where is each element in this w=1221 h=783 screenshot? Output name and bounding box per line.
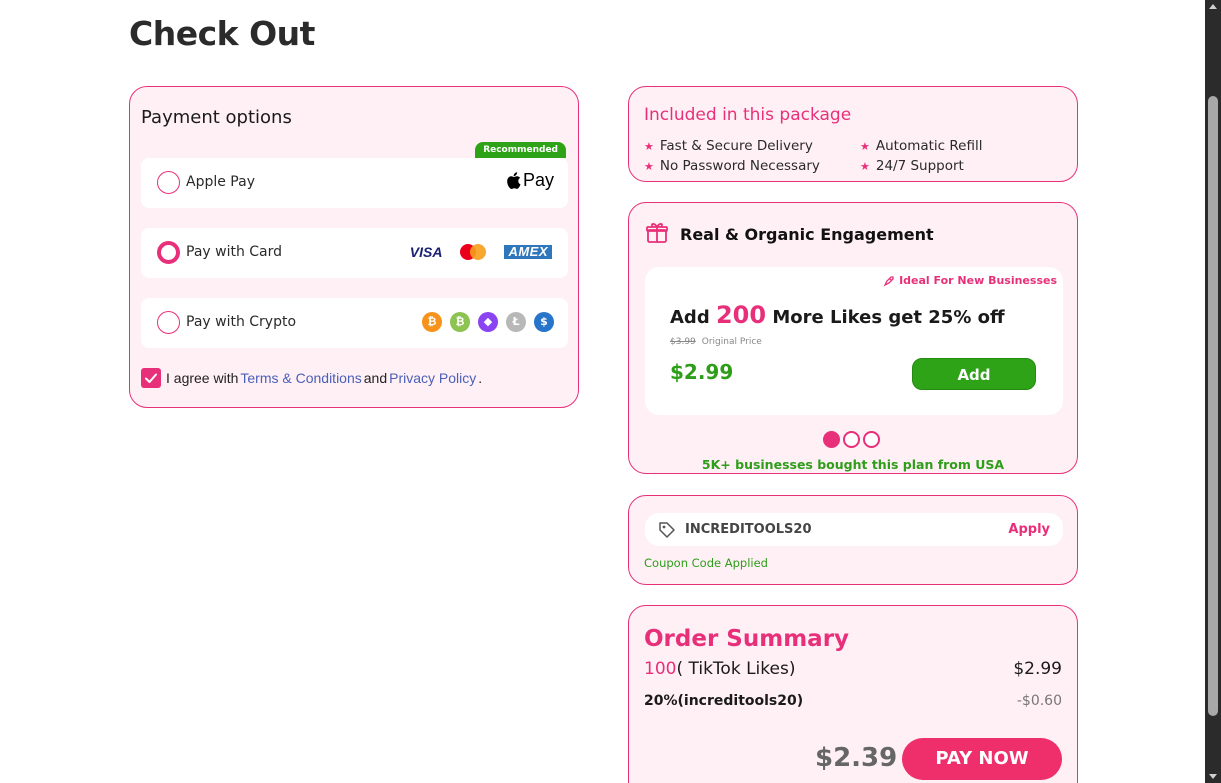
original-price: $3.99 Original Price xyxy=(670,337,762,347)
apple-icon xyxy=(507,172,521,189)
feature-item: ★ No Password Necessary xyxy=(644,158,820,174)
agree-checkbox[interactable] xyxy=(141,368,161,388)
bitcoin-icon: ₿ xyxy=(422,312,442,332)
agree-prefix: I agree with xyxy=(166,370,239,386)
visa-logo: VISA xyxy=(409,244,443,260)
discount-label: 20%(increditools20) xyxy=(644,693,804,709)
order-summary-card: Order Summary 100( TikTok Likes) $2.99 2… xyxy=(628,605,1078,783)
feature-item: ★ 24/7 Support xyxy=(860,158,964,174)
carousel-dots xyxy=(823,431,880,448)
payment-options-card: Payment options Recommended Apple Pay Pa… xyxy=(129,86,579,408)
apple-pay-option[interactable]: Apple Pay Pay xyxy=(141,158,568,208)
agree-and: and xyxy=(363,370,388,386)
litecoin-icon: Ł xyxy=(506,312,526,332)
crypto-logos: ₿ ₿ ◆ Ł $ xyxy=(422,312,554,332)
feature-label: Automatic Refill xyxy=(875,138,983,154)
scrollbar-thumb[interactable] xyxy=(1208,96,1218,716)
star-icon: ★ xyxy=(860,139,870,153)
star-icon: ★ xyxy=(860,159,870,173)
bitcoin-cash-icon: ₿ xyxy=(450,312,470,332)
card-payment-label: Pay with Card xyxy=(186,244,283,260)
terms-agreement: I agree with Terms & Conditions and Priv… xyxy=(141,368,482,388)
card-payment-option[interactable]: Pay with Card VISA AMEX xyxy=(141,228,568,278)
feature-item: ★ Automatic Refill xyxy=(860,138,982,154)
offer-suffix: More Likes get 25% off xyxy=(772,307,1005,328)
original-price-label: Original Price xyxy=(701,337,762,347)
feature-label: Fast & Secure Delivery xyxy=(659,138,813,154)
rocket-icon xyxy=(883,275,894,286)
pay-now-button[interactable]: PAY NOW xyxy=(902,738,1062,780)
star-icon: ★ xyxy=(644,159,654,173)
privacy-link[interactable]: Privacy Policy xyxy=(389,370,476,386)
order-summary-title: Order Summary xyxy=(644,626,850,652)
order-item-name: ( TikTok Likes) xyxy=(676,659,796,679)
engagement-title: Real & Organic Engagement xyxy=(680,225,934,244)
mastercard-icon xyxy=(460,244,487,260)
apple-pay-logo: Pay xyxy=(506,170,554,191)
carousel-dot-1[interactable] xyxy=(823,431,840,448)
feature-label: No Password Necessary xyxy=(659,158,820,174)
crypto-payment-label: Pay with Crypto xyxy=(186,314,297,330)
terms-link[interactable]: Terms & Conditions xyxy=(240,370,361,386)
included-title: Included in this package xyxy=(644,105,852,125)
apple-pay-radio[interactable] xyxy=(157,171,180,194)
original-price-value: $3.99 xyxy=(670,337,696,347)
checkmark-icon xyxy=(145,373,157,383)
card-logos: VISA AMEX xyxy=(410,244,552,260)
gift-icon xyxy=(646,223,668,243)
order-line-item: 100( TikTok Likes) xyxy=(644,659,795,679)
coupon-input[interactable]: INCREDITOOLS20 Apply xyxy=(645,513,1063,546)
payment-options-heading: Payment options xyxy=(141,107,292,128)
offer-amount: 200 xyxy=(715,301,767,329)
amex-logo: AMEX xyxy=(504,245,552,259)
add-offer-button[interactable]: Add xyxy=(912,358,1036,390)
ideal-tag: Ideal For New Businesses xyxy=(883,274,1057,287)
apple-pay-label: Apple Pay xyxy=(186,174,255,190)
social-proof-text: 5K+ businesses bought this plan from USA xyxy=(701,457,1005,472)
crypto-payment-option[interactable]: Pay with Crypto ₿ ₿ ◆ Ł $ xyxy=(141,298,568,348)
offer-slide: Ideal For New Businesses Add 200 More Li… xyxy=(645,267,1063,415)
engagement-upsell-card: Real & Organic Engagement Ideal For New … xyxy=(628,202,1078,474)
order-quantity: 100 xyxy=(644,659,677,679)
feature-item: ★ Fast & Secure Delivery xyxy=(644,138,813,154)
carousel-dot-2[interactable] xyxy=(843,431,860,448)
order-item-price: $2.99 xyxy=(1013,659,1062,679)
page-title: Check Out xyxy=(129,14,315,53)
crypto-payment-radio[interactable] xyxy=(157,311,180,334)
tag-icon xyxy=(659,522,675,538)
ethereum-icon: ◆ xyxy=(478,312,498,332)
apple-pay-text: Pay xyxy=(522,170,554,190)
offer-headline: Add 200 More Likes get 25% off xyxy=(670,301,1005,329)
order-total: $2.39 xyxy=(815,743,898,773)
card-payment-radio[interactable] xyxy=(157,241,180,264)
apply-coupon-button[interactable]: Apply xyxy=(1008,522,1050,537)
agree-suffix: . xyxy=(478,370,483,386)
coupon-code-value: INCREDITOOLS20 xyxy=(685,522,812,537)
carousel-dot-3[interactable] xyxy=(863,431,880,448)
offer-prefix: Add xyxy=(670,307,710,328)
scroll-up-arrow-icon[interactable] xyxy=(1209,4,1217,9)
coupon-card: INCREDITOOLS20 Apply Coupon Code Applied xyxy=(628,495,1078,585)
included-package-card: Included in this package ★ Fast & Secure… xyxy=(628,86,1078,182)
usdc-icon: $ xyxy=(534,312,554,332)
ideal-tag-label: Ideal For New Businesses xyxy=(899,274,1057,287)
feature-label: 24/7 Support xyxy=(875,158,964,174)
scroll-down-arrow-icon[interactable] xyxy=(1209,774,1217,779)
coupon-status: Coupon Code Applied xyxy=(644,556,768,570)
page-scrollbar[interactable] xyxy=(1205,0,1221,783)
star-icon: ★ xyxy=(644,139,654,153)
recommended-badge: Recommended xyxy=(475,142,566,158)
discount-value: -$0.60 xyxy=(1016,693,1062,709)
offer-price: $2.99 xyxy=(670,360,734,384)
